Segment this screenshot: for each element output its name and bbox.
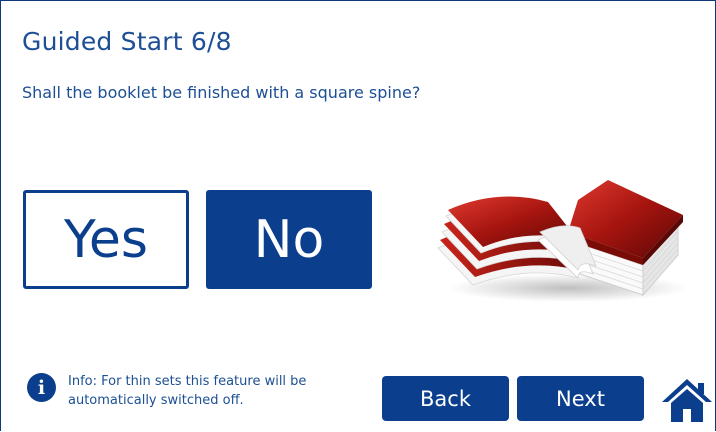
info-text-line-1: Info: For thin sets this feature will be — [68, 374, 307, 389]
yes-button[interactable]: Yes — [23, 190, 189, 289]
info-text: Info: For thin sets this feature will be… — [68, 372, 338, 410]
question-text: Shall the booklet be finished with a squ… — [22, 83, 421, 102]
info-icon: i — [27, 373, 56, 402]
home-icon — [662, 379, 712, 422]
page-title: Guided Start 6/8 — [22, 27, 232, 56]
next-button[interactable]: Next — [517, 376, 644, 421]
no-button[interactable]: No — [206, 190, 372, 289]
back-button[interactable]: Back — [382, 376, 509, 421]
info-text-line-2: automatically switched off. — [68, 393, 244, 408]
booklet-illustration — [428, 170, 688, 305]
home-button[interactable] — [660, 376, 714, 424]
